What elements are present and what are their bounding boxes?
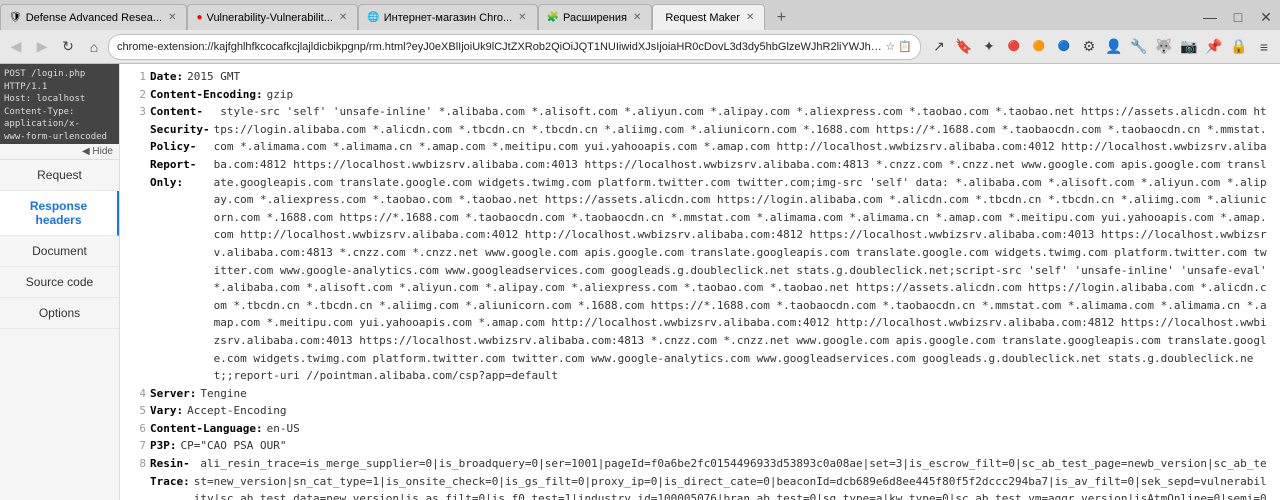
sidebar-item-request[interactable]: Request [0, 160, 119, 191]
code-line-2: Host: localhost [4, 93, 115, 106]
tab-favicon-extensions: 🧩 [547, 12, 559, 23]
code-line-4: www-form-urlencoded [4, 131, 115, 144]
line-number-4: 4 [128, 385, 146, 403]
header-row-1: 1Date: 2015 GMT [128, 68, 1272, 86]
tab-request-maker[interactable]: Request Maker ✕ [652, 4, 765, 30]
line-number-1: 1 [128, 68, 146, 86]
address-text: chrome-extension://kajfghlhfkcocafkcjlaj… [117, 41, 885, 53]
header-name-8: Resin-Trace: [150, 455, 190, 500]
line-number-7: 7 [128, 437, 146, 455]
tab-close-rm[interactable]: ✕ [744, 12, 756, 23]
content-area[interactable]: 1Date: 2015 GMT2Content-Encoding: gzip3C… [120, 64, 1280, 500]
star-icon[interactable]: ✦ [977, 35, 1001, 59]
adblock-red-icon[interactable]: 🔴 [1002, 35, 1026, 59]
tab-label-rm: Request Maker [665, 12, 740, 24]
sidebar-item-options[interactable]: Options [0, 298, 119, 329]
header-value-7: CP="CAO PSA OUR" [181, 437, 287, 455]
home-button[interactable]: ⌂ [82, 35, 106, 59]
header-name-2: Content-Encoding: [150, 86, 263, 104]
sidebar-item-source-code[interactable]: Source code [0, 267, 119, 298]
tab-vuln[interactable]: ● Vulnerability-Vulnerabilit... ✕ [187, 4, 358, 30]
toolbar-icons: ↗ 🔖 ✦ 🔴 🟠 🔵 ⚙ 👤 🔧 🐺 📷 📌 🔒 ≡ [927, 35, 1276, 59]
header-name-6: Content-Language: [150, 420, 263, 438]
close-button[interactable]: ✕ [1252, 4, 1280, 30]
header-value-1: 2015 GMT [187, 68, 240, 86]
tab-label-extensions: Расширения [563, 12, 627, 24]
ext-blue-icon[interactable]: 🔵 [1052, 35, 1076, 59]
new-tab-button[interactable]: + [769, 6, 793, 30]
line-number-8: 8 [128, 455, 146, 500]
line-number-5: 5 [128, 402, 146, 420]
tab-shop[interactable]: 🌐 Интернет-магазин Chro... ✕ [358, 4, 537, 30]
bookmark-icon[interactable]: ☆ [885, 40, 895, 53]
line-number-6: 6 [128, 420, 146, 438]
header-row-8: 8Resin-Trace: ali_resin_trace=is_merge_s… [128, 455, 1272, 500]
tab-label-shop: Интернет-магазин Chro... [384, 12, 512, 24]
adblock-orange-icon[interactable]: 🟠 [1027, 35, 1051, 59]
code-line-3: Content-Type: application/x- [4, 106, 115, 131]
address-bar[interactable]: chrome-extension://kajfghlhfkcocafkcjlaj… [108, 34, 921, 60]
tab-close-vuln[interactable]: ✕ [337, 12, 349, 23]
sidebar-nav: Request Response headers Document Source… [0, 160, 119, 329]
code-line-1: POST /login.php HTTP/1.1 [4, 68, 115, 93]
tab-label-vuln: Vulnerability-Vulnerabilit... [207, 12, 333, 24]
sidebar: POST /login.php HTTP/1.1 Host: localhost… [0, 64, 120, 500]
header-row-3: 3Content-Security-Policy-Report-Only: st… [128, 103, 1272, 385]
main-area: POST /login.php HTTP/1.1 Host: localhost… [0, 64, 1280, 500]
header-value-8: ali_resin_trace=is_merge_supplier=0|is_b… [194, 455, 1272, 500]
header-value-2: gzip [267, 86, 294, 104]
tab-close-extensions[interactable]: ✕ [631, 12, 643, 23]
header-row-5: 5Vary: Accept-Encoding [128, 402, 1272, 420]
reload-button[interactable]: ↻ [56, 35, 80, 59]
forward-button[interactable]: ▶ [30, 35, 54, 59]
tab-extensions[interactable]: 🧩 Расширения ✕ [538, 4, 653, 30]
header-value-6: en-US [267, 420, 300, 438]
header-name-7: P3P: [150, 437, 177, 455]
header-value-5: Accept-Encoding [187, 402, 286, 420]
wolf-icon[interactable]: 🐺 [1152, 35, 1176, 59]
tool-icon[interactable]: 🔧 [1127, 35, 1151, 59]
tab-defense[interactable]: 🛡 Defense Advanced Resea... ✕ [0, 4, 187, 30]
header-name-1: Date: [150, 68, 183, 86]
address-bar-row: ◀ ▶ ↻ ⌂ chrome-extension://kajfghlhfkcoc… [0, 30, 1280, 64]
line-number-3: 3 [128, 103, 146, 385]
tab-favicon-vuln: ● [196, 12, 202, 23]
camera-icon[interactable]: 📷 [1177, 35, 1201, 59]
header-name-5: Vary: [150, 402, 183, 420]
header-name-4: Server: [150, 385, 196, 403]
minimize-button[interactable]: — [1196, 4, 1224, 30]
header-row-6: 6Content-Language: en-US [128, 420, 1272, 438]
tab-label-defense: Defense Advanced Resea... [26, 12, 162, 24]
user-icon[interactable]: 👤 [1102, 35, 1126, 59]
window-controls: — □ ✕ [1196, 4, 1280, 30]
menu-icon[interactable]: ≡ [1252, 35, 1276, 59]
copy-icon[interactable]: 📋 [898, 40, 912, 53]
tab-close-shop[interactable]: ✕ [516, 12, 528, 23]
back-button[interactable]: ◀ [4, 35, 28, 59]
maximize-button[interactable]: □ [1224, 4, 1252, 30]
code-preview: POST /login.php HTTP/1.1 Host: localhost… [0, 64, 119, 144]
line-number-2: 2 [128, 86, 146, 104]
extensions-icon[interactable]: ↗ [927, 35, 951, 59]
tab-favicon-defense: 🛡 [9, 12, 22, 23]
header-row-7: 7P3P: CP="CAO PSA OUR" [128, 437, 1272, 455]
pin-icon[interactable]: 📌 [1202, 35, 1226, 59]
hide-button[interactable]: ◀ Hide [0, 144, 119, 160]
lock-icon[interactable]: 🔒 [1227, 35, 1251, 59]
tab-favicon-shop: 🌐 [367, 12, 379, 23]
tab-bar: 🛡 Defense Advanced Resea... ✕ ● Vulnerab… [0, 0, 1280, 30]
sidebar-item-response-headers[interactable]: Response headers [0, 191, 119, 236]
bookmark-toolbar-icon[interactable]: 🔖 [952, 35, 976, 59]
address-icons: ☆ 📋 [885, 40, 912, 53]
sidebar-item-document[interactable]: Document [0, 236, 119, 267]
header-value-4: Tengine [200, 385, 246, 403]
header-row-2: 2Content-Encoding: gzip [128, 86, 1272, 104]
tab-close-defense[interactable]: ✕ [166, 12, 178, 23]
header-row-4: 4Server: Tengine [128, 385, 1272, 403]
header-name-3: Content-Security-Policy-Report-Only: [150, 103, 210, 385]
settings-icon[interactable]: ⚙ [1077, 35, 1101, 59]
header-value-3: style-src 'self' 'unsafe-inline' *.aliba… [214, 103, 1272, 385]
